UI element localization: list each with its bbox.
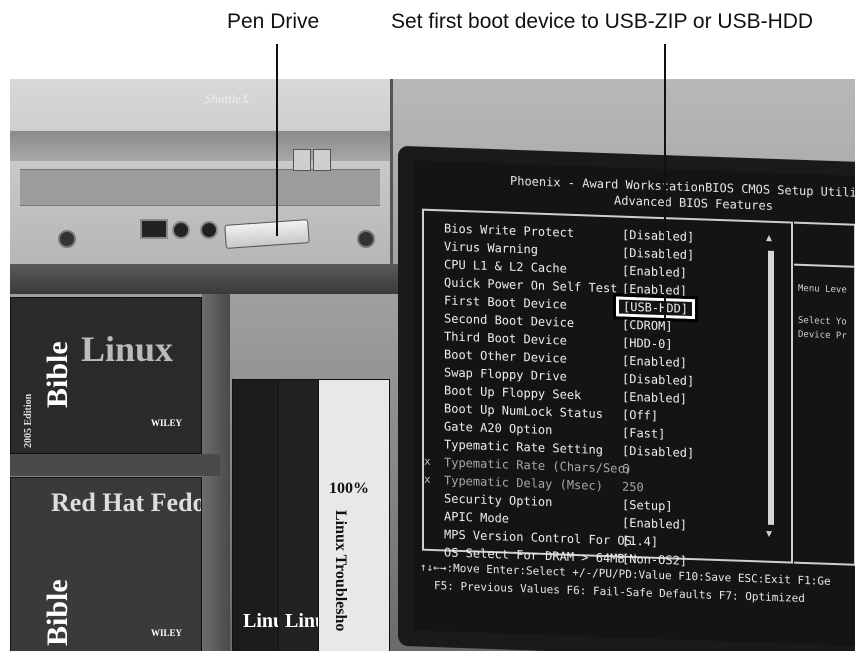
- scroll-up-icon[interactable]: ▲: [766, 233, 772, 244]
- bios-subtitle: Advanced BIOS Features: [614, 193, 773, 213]
- bios-screen: Phoenix - Award WorkstationBIOS CMOS Set…: [414, 160, 855, 646]
- setting-value[interactable]: [1.4]: [622, 532, 658, 551]
- setting-value: 6: [622, 461, 630, 476]
- help-menu-level: Menu Leve: [798, 283, 847, 296]
- power-button: [293, 149, 311, 171]
- network-port-icon: [140, 219, 168, 239]
- setting-value[interactable]: [Non-OS2]: [622, 550, 687, 570]
- audio-port-icon: [200, 221, 218, 239]
- case-stripe: [10, 131, 390, 161]
- book-spine-text: Linux Troublesho: [332, 510, 349, 632]
- photo: ShuttleX Bible 2005 Edition Linux WILEY …: [10, 79, 855, 651]
- book-spine-text: Linu: [285, 610, 319, 632]
- xtreme-linux-book: Linu: [278, 379, 320, 651]
- computer-case: ShuttleX: [10, 79, 393, 268]
- publisher-logo: WILEY: [151, 628, 183, 638]
- reset-button: [313, 149, 331, 171]
- help-text-line: Device Pr: [798, 329, 847, 342]
- xtreme-linux-book: Linu: [232, 379, 280, 651]
- shelf-top: [10, 264, 400, 294]
- pen-drive: [224, 219, 310, 249]
- boot-device-callout: Set first boot device to USB-ZIP or USB-…: [391, 10, 814, 33]
- setting-value[interactable]: [Enabled]: [622, 262, 687, 282]
- audio-port-icon: [172, 221, 190, 239]
- row-mark: x: [424, 454, 431, 468]
- book-badge-text: 100%: [329, 480, 369, 497]
- divider: [794, 263, 854, 268]
- linux-troubleshooting-book: 100% Linux Troublesho: [318, 379, 390, 651]
- bios-help-panel: Menu Leve Select Yo Device Pr: [794, 221, 855, 566]
- case-logo: ShuttleX: [205, 91, 250, 106]
- setting-value: 250: [622, 479, 644, 495]
- drive-bay: [20, 169, 380, 206]
- book-spine-text: Bible: [41, 579, 74, 646]
- monitor: Phoenix - Award WorkstationBIOS CMOS Set…: [398, 145, 855, 651]
- pen-drive-callout: Pen Drive: [227, 10, 320, 33]
- pen-drive-leader-line: [276, 44, 278, 236]
- help-text-line: Select Yo: [798, 315, 847, 328]
- setting-value[interactable]: [HDD-0]: [622, 334, 673, 354]
- screw-icon: [58, 230, 76, 248]
- setting-value[interactable]: [Fast]: [622, 424, 665, 444]
- bios-settings-list: Bios Write Protect [Disabled] Virus Warn…: [424, 219, 784, 574]
- book-series-text: Linux: [81, 329, 174, 369]
- setting-value[interactable]: [Off]: [622, 406, 658, 425]
- linux-bible-book: Bible 2005 Edition Linux WILEY: [10, 297, 202, 454]
- scroll-thumb[interactable]: [768, 250, 774, 525]
- setting-value[interactable]: [Setup]: [622, 496, 673, 516]
- book-spine-text: Bible: [41, 341, 74, 408]
- bios-scrollbar[interactable]: ▲ ▼: [766, 233, 776, 543]
- fedora-bible-book: Red Hat Fedora Bible WILEY: [10, 477, 202, 651]
- row-mark: x: [424, 472, 431, 486]
- setting-name: APIC Mode: [444, 509, 510, 526]
- book-spine-text: Linu: [243, 610, 279, 632]
- screw-icon: [357, 230, 375, 248]
- page: Pen Drive Set first boot device to USB-Z…: [0, 0, 855, 651]
- shelf-board: [10, 454, 220, 476]
- boot-device-leader-line: [664, 44, 666, 319]
- book-edition-text: 2005 Edition: [23, 393, 34, 448]
- setting-value[interactable]: [Enabled]: [622, 352, 687, 372]
- setting-value[interactable]: [Enabled]: [622, 388, 687, 408]
- scroll-down-icon[interactable]: ▼: [766, 529, 772, 540]
- setting-value[interactable]: [Enabled]: [622, 514, 687, 534]
- book-title-text: Red Hat Fedora: [51, 488, 201, 517]
- publisher-logo: WILEY: [151, 418, 183, 428]
